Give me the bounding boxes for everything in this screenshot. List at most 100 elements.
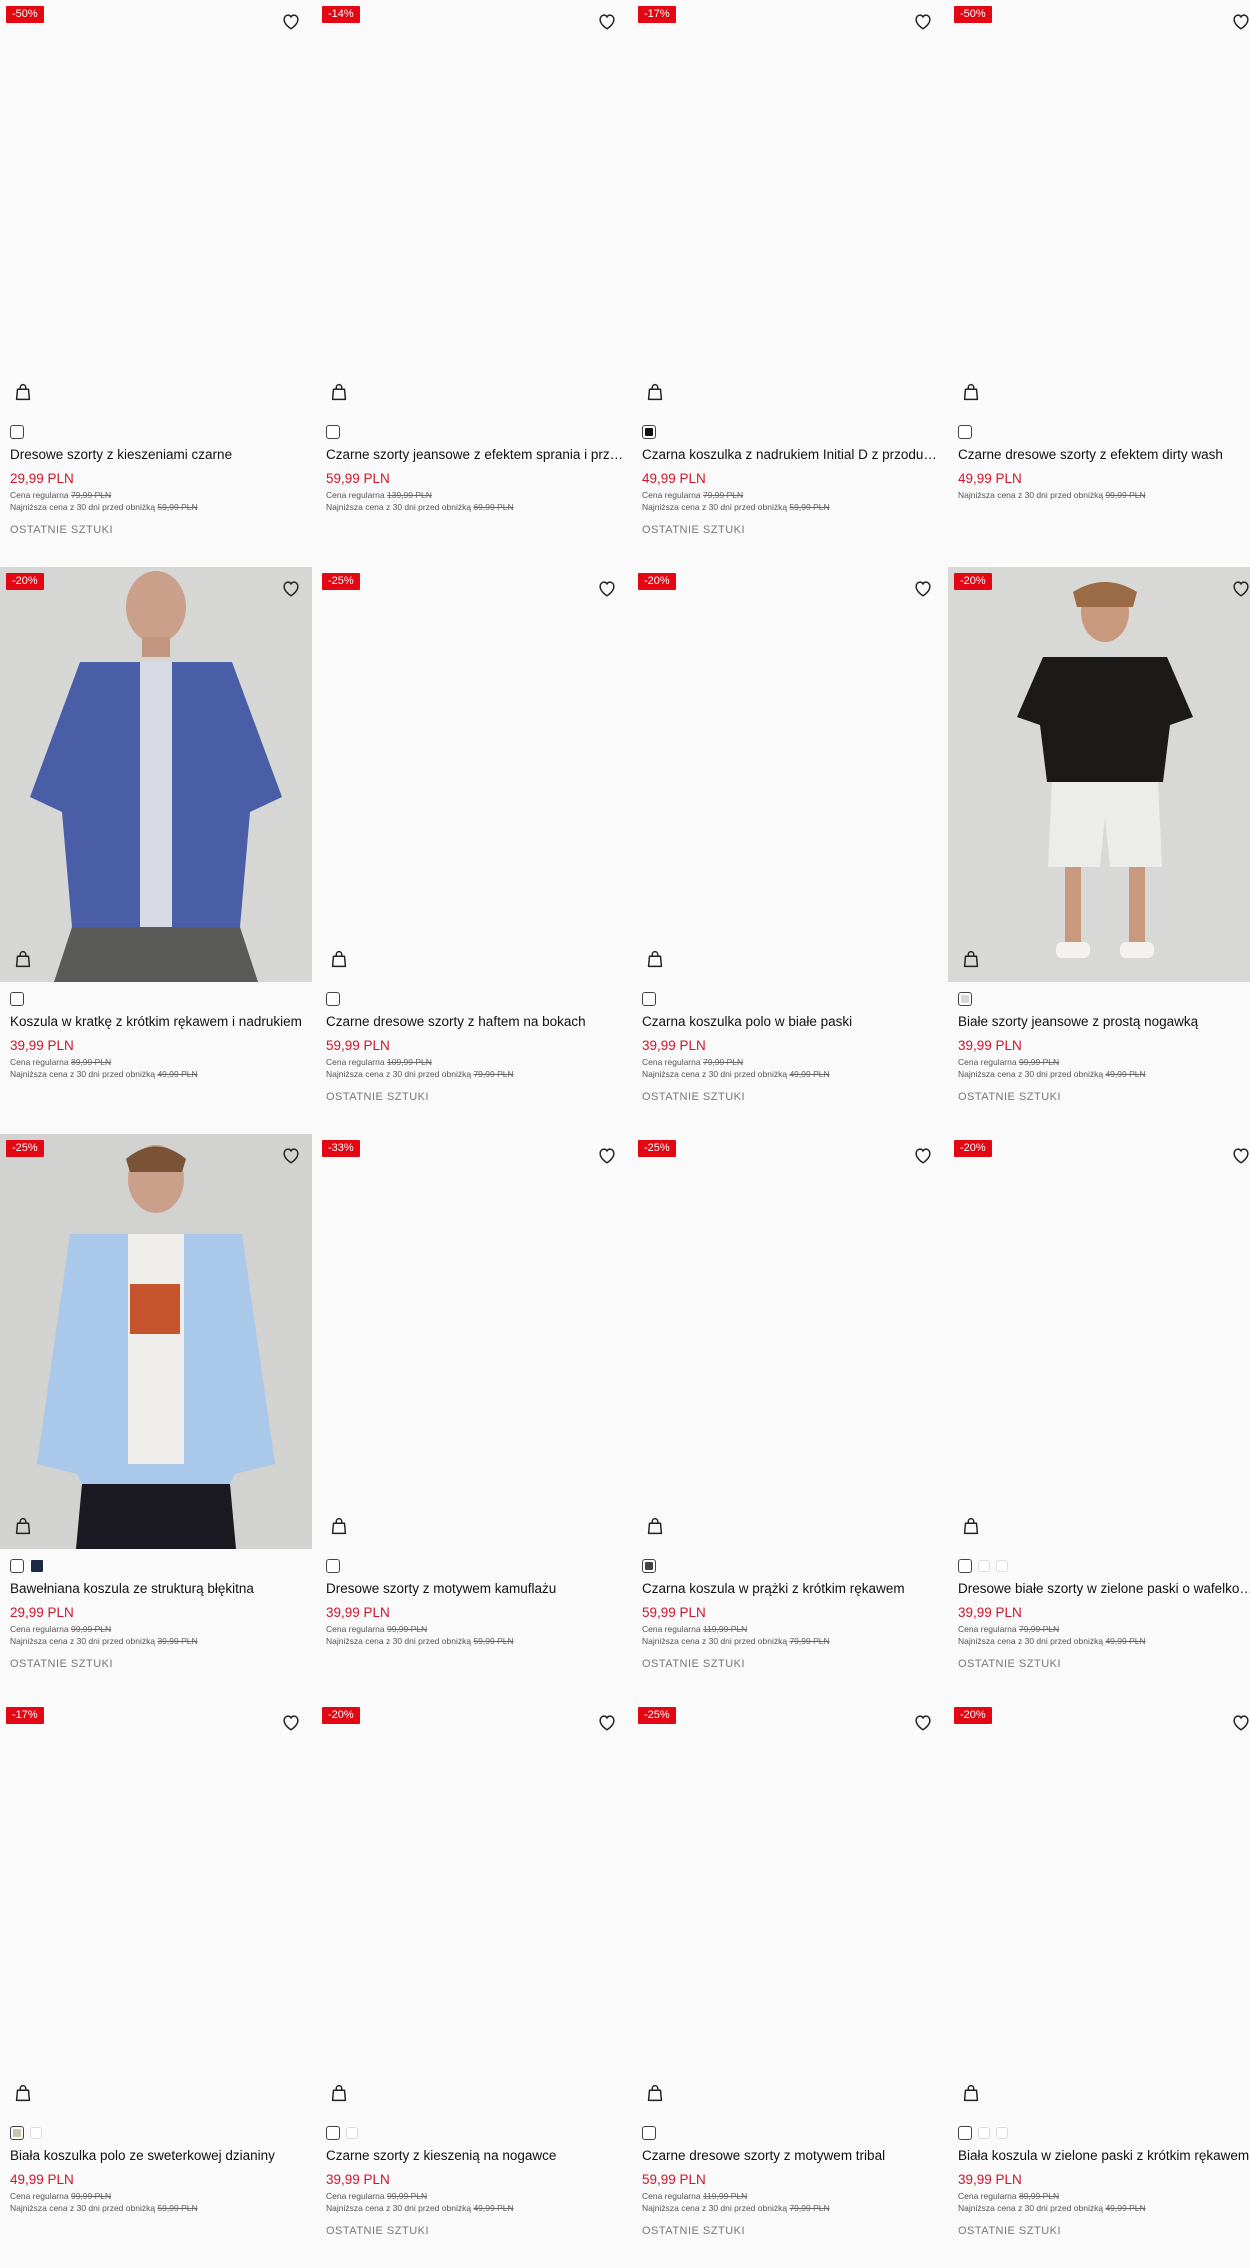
shopping-bag-icon[interactable] bbox=[960, 1515, 982, 1537]
product-card[interactable]: -25% Bawełniana koszula ze strukturą błęk… bbox=[0, 1134, 312, 1701]
color-swatch[interactable] bbox=[958, 992, 972, 1006]
product-title[interactable]: Bawełniana koszula ze strukturą błękitna bbox=[10, 1581, 308, 1596]
color-swatch[interactable] bbox=[326, 2126, 340, 2140]
color-swatch[interactable] bbox=[996, 2127, 1008, 2139]
color-swatch[interactable] bbox=[958, 425, 972, 439]
color-swatch[interactable] bbox=[346, 2127, 358, 2139]
heart-icon[interactable] bbox=[596, 10, 618, 32]
shopping-bag-icon[interactable] bbox=[12, 948, 34, 970]
color-swatch[interactable] bbox=[326, 992, 340, 1006]
heart-icon[interactable] bbox=[1230, 1711, 1250, 1733]
shopping-bag-icon[interactable] bbox=[960, 2082, 982, 2104]
shopping-bag-icon[interactable] bbox=[644, 2082, 666, 2104]
color-swatch[interactable] bbox=[996, 1560, 1008, 1572]
shopping-bag-icon[interactable] bbox=[12, 381, 34, 403]
color-swatch[interactable] bbox=[642, 2126, 656, 2140]
product-card[interactable]: -17% Czarna koszulka z nadrukiem Initial … bbox=[632, 0, 944, 567]
color-swatch[interactable] bbox=[958, 1559, 972, 1573]
shopping-bag-icon[interactable] bbox=[960, 948, 982, 970]
product-card[interactable]: -25% Czarna koszula w prążki z krótkim rę… bbox=[632, 1134, 944, 1701]
shopping-bag-icon[interactable] bbox=[328, 2082, 350, 2104]
heart-icon[interactable] bbox=[596, 1711, 618, 1733]
color-swatch[interactable] bbox=[642, 992, 656, 1006]
product-title[interactable]: Czarne dresowe szorty z efektem dirty wa… bbox=[958, 447, 1250, 462]
product-title[interactable]: Czarne szorty jeansowe z efektem sprania… bbox=[326, 447, 624, 462]
product-card[interactable]: -20% Koszula w kratkę z krótkim rękawem i… bbox=[0, 567, 312, 1134]
product-card[interactable]: -20% Dresowe białe szorty w zielone paski… bbox=[948, 1134, 1250, 1701]
product-title[interactable]: Czarna koszulka z nadrukiem Initial D z … bbox=[642, 447, 940, 462]
product-image[interactable]: -25% bbox=[316, 567, 628, 982]
heart-icon[interactable] bbox=[1230, 1144, 1250, 1166]
color-swatch[interactable] bbox=[978, 1560, 990, 1572]
product-image[interactable]: -25% bbox=[632, 1134, 944, 1549]
color-swatch[interactable] bbox=[10, 425, 24, 439]
shopping-bag-icon[interactable] bbox=[12, 2082, 34, 2104]
color-swatch[interactable] bbox=[326, 425, 340, 439]
color-swatch[interactable] bbox=[30, 1559, 44, 1573]
product-image[interactable]: -20% bbox=[0, 567, 312, 982]
product-image[interactable]: -20% bbox=[948, 1134, 1250, 1549]
shopping-bag-icon[interactable] bbox=[644, 948, 666, 970]
product-card[interactable]: -25% Czarne dresowe szorty z motywem trib… bbox=[632, 1701, 944, 2268]
color-swatch[interactable] bbox=[642, 1559, 656, 1573]
shopping-bag-icon[interactable] bbox=[644, 381, 666, 403]
product-card[interactable]: -14% Czarne szorty jeansowe z efektem spr… bbox=[316, 0, 628, 567]
product-image[interactable]: -50% bbox=[948, 0, 1250, 415]
color-swatch[interactable] bbox=[642, 425, 656, 439]
color-swatch[interactable] bbox=[10, 1559, 24, 1573]
product-image[interactable]: -17% bbox=[632, 0, 944, 415]
color-swatch[interactable] bbox=[978, 2127, 990, 2139]
product-title[interactable]: Czarne szorty z kieszenią na nogawce bbox=[326, 2148, 624, 2163]
product-title[interactable]: Białe szorty jeansowe z prostą nogawką bbox=[958, 1014, 1250, 1029]
product-title[interactable]: Czarna koszula w prążki z krótkim rękawe… bbox=[642, 1581, 940, 1596]
heart-icon[interactable] bbox=[280, 577, 302, 599]
product-card[interactable]: -20% Białe szorty jeansowe z prostą nogaw… bbox=[948, 567, 1250, 1134]
product-card[interactable]: -25% Czarne dresowe szorty z haftem na bo… bbox=[316, 567, 628, 1134]
shopping-bag-icon[interactable] bbox=[328, 1515, 350, 1537]
heart-icon[interactable] bbox=[912, 577, 934, 599]
color-swatch[interactable] bbox=[326, 1559, 340, 1573]
product-title[interactable]: Biała koszulka polo ze sweterkowej dzian… bbox=[10, 2148, 308, 2163]
heart-icon[interactable] bbox=[596, 1144, 618, 1166]
product-image[interactable]: -20% bbox=[316, 1701, 628, 2116]
product-title[interactable]: Czarne dresowe szorty z haftem na bokach bbox=[326, 1014, 624, 1029]
heart-icon[interactable] bbox=[280, 1711, 302, 1733]
color-swatch[interactable] bbox=[10, 992, 24, 1006]
heart-icon[interactable] bbox=[912, 10, 934, 32]
product-image[interactable]: -20% bbox=[948, 1701, 1250, 2116]
color-swatch[interactable] bbox=[958, 2126, 972, 2140]
heart-icon[interactable] bbox=[912, 1144, 934, 1166]
product-card[interactable]: -20% Biała koszula w zielone paski z krót… bbox=[948, 1701, 1250, 2268]
product-card[interactable]: -20% Czarna koszulka polo w białe paski 39… bbox=[632, 567, 944, 1134]
shopping-bag-icon[interactable] bbox=[12, 1515, 34, 1537]
heart-icon[interactable] bbox=[280, 1144, 302, 1166]
product-title[interactable]: Biała koszula w zielone paski z krótkim … bbox=[958, 2148, 1250, 2163]
product-image[interactable]: -33% bbox=[316, 1134, 628, 1549]
product-card[interactable]: -17% Biała koszulka polo ze sweterkowej d… bbox=[0, 1701, 312, 2268]
product-card[interactable]: -50% Dresowe szorty z kieszeniami czarne 2… bbox=[0, 0, 312, 567]
product-card[interactable]: -33% Dresowe szorty z motywem kamuflażu 39… bbox=[316, 1134, 628, 1701]
heart-icon[interactable] bbox=[596, 577, 618, 599]
product-image[interactable]: -20% bbox=[948, 567, 1250, 982]
product-image[interactable]: -25% bbox=[632, 1701, 944, 2116]
product-title[interactable]: Dresowe szorty z motywem kamuflażu bbox=[326, 1581, 624, 1596]
product-image[interactable]: -14% bbox=[316, 0, 628, 415]
product-title[interactable]: Koszula w kratkę z krótkim rękawem i nad… bbox=[10, 1014, 308, 1029]
product-title[interactable]: Dresowe białe szorty w zielone paski o w… bbox=[958, 1581, 1250, 1596]
product-image[interactable]: -17% bbox=[0, 1701, 312, 2116]
shopping-bag-icon[interactable] bbox=[644, 1515, 666, 1537]
product-image[interactable]: -50% bbox=[0, 0, 312, 415]
product-image[interactable]: -20% bbox=[632, 567, 944, 982]
shopping-bag-icon[interactable] bbox=[960, 381, 982, 403]
color-swatch[interactable] bbox=[30, 2127, 42, 2139]
product-title[interactable]: Czarne dresowe szorty z motywem tribal bbox=[642, 2148, 940, 2163]
heart-icon[interactable] bbox=[912, 1711, 934, 1733]
heart-icon[interactable] bbox=[1230, 10, 1250, 32]
product-title[interactable]: Czarna koszulka polo w białe paski bbox=[642, 1014, 940, 1029]
product-card[interactable]: -50% Czarne dresowe szorty z efektem dirt… bbox=[948, 0, 1250, 567]
heart-icon[interactable] bbox=[1230, 577, 1250, 599]
product-card[interactable]: -20% Czarne szorty z kieszenią na nogawce… bbox=[316, 1701, 628, 2268]
heart-icon[interactable] bbox=[280, 10, 302, 32]
product-image[interactable]: -25% bbox=[0, 1134, 312, 1549]
shopping-bag-icon[interactable] bbox=[328, 381, 350, 403]
